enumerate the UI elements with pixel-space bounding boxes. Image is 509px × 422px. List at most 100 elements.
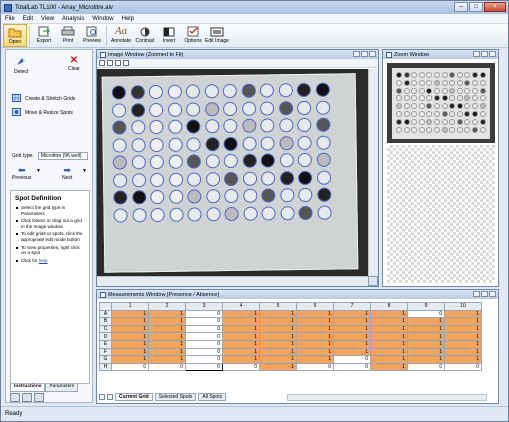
options-button[interactable]: Options bbox=[181, 24, 205, 47]
table-cell[interactable]: 1 bbox=[444, 355, 482, 364]
well[interactable] bbox=[131, 172, 146, 187]
well[interactable] bbox=[297, 170, 313, 185]
well[interactable] bbox=[241, 83, 256, 98]
table-cell[interactable]: 0 bbox=[185, 317, 223, 326]
well[interactable] bbox=[224, 188, 239, 204]
zoom-close-button[interactable] bbox=[489, 51, 496, 57]
well[interactable] bbox=[205, 154, 220, 169]
table-cell[interactable]: 1 bbox=[222, 339, 260, 349]
tab-parameters[interactable]: Parameters bbox=[45, 384, 79, 392]
table-cell[interactable]: 0 bbox=[407, 362, 445, 372]
well[interactable] bbox=[260, 170, 276, 186]
table-cell[interactable]: 1 bbox=[333, 347, 371, 357]
well[interactable] bbox=[149, 172, 165, 187]
table-cell[interactable]: 1 bbox=[148, 347, 186, 357]
invert-button[interactable]: Invert bbox=[157, 24, 181, 47]
well[interactable] bbox=[316, 205, 332, 220]
table-cell[interactable]: 1 bbox=[259, 309, 297, 319]
well[interactable] bbox=[241, 118, 256, 133]
tab-current-grid[interactable]: Current Grid bbox=[115, 393, 153, 401]
menu-analysis[interactable]: Analysis bbox=[62, 16, 84, 22]
well[interactable] bbox=[223, 153, 238, 169]
well[interactable] bbox=[222, 83, 237, 99]
column-header[interactable]: 9 bbox=[407, 302, 445, 311]
table-cell[interactable]: 1 bbox=[111, 339, 149, 349]
grid-type-select[interactable]: Microtitre (96 well) bbox=[37, 152, 88, 160]
vertical-scrollbar[interactable] bbox=[368, 69, 378, 277]
table-cell[interactable]: 0 bbox=[185, 332, 223, 341]
well[interactable] bbox=[113, 207, 128, 223]
image-canvas[interactable] bbox=[97, 69, 369, 277]
table-cell[interactable]: 1 bbox=[259, 317, 297, 326]
well[interactable] bbox=[186, 171, 202, 187]
column-header[interactable]: 1 bbox=[111, 302, 149, 311]
well[interactable] bbox=[223, 171, 239, 186]
table-cell[interactable]: 1 bbox=[148, 339, 186, 349]
well[interactable] bbox=[130, 102, 145, 117]
table-cell[interactable]: 1 bbox=[111, 324, 149, 334]
well[interactable] bbox=[279, 205, 295, 220]
maximize-button[interactable]: □ bbox=[469, 2, 483, 12]
table-cell[interactable]: 0 bbox=[222, 362, 260, 372]
zoom-max-button[interactable] bbox=[481, 51, 488, 57]
table-cell[interactable]: 0 bbox=[185, 355, 223, 364]
column-header[interactable]: 8 bbox=[370, 302, 408, 311]
table-cell[interactable]: 1 bbox=[296, 324, 334, 334]
well[interactable] bbox=[168, 172, 183, 187]
well[interactable] bbox=[113, 190, 128, 205]
well[interactable] bbox=[278, 83, 293, 98]
column-header[interactable]: 6 bbox=[296, 302, 334, 311]
meas-max-button[interactable] bbox=[481, 291, 488, 297]
well[interactable] bbox=[130, 120, 145, 135]
close-button[interactable]: × bbox=[484, 2, 506, 12]
export-button[interactable]: Export bbox=[32, 24, 56, 47]
menu-view[interactable]: View bbox=[41, 16, 54, 22]
zoom-tool-icon[interactable] bbox=[107, 60, 113, 66]
image-min-button[interactable] bbox=[353, 51, 360, 57]
well[interactable] bbox=[278, 118, 293, 133]
well[interactable] bbox=[315, 117, 330, 132]
image-close-button[interactable] bbox=[369, 51, 376, 57]
table-cell[interactable]: 1 bbox=[222, 332, 260, 341]
well[interactable] bbox=[259, 100, 275, 116]
table-cell[interactable]: 1 bbox=[222, 355, 260, 364]
preview-button[interactable]: Preview bbox=[80, 24, 104, 47]
well[interactable] bbox=[186, 119, 201, 134]
table-cell[interactable]: 1 bbox=[296, 309, 334, 319]
well[interactable] bbox=[242, 206, 258, 221]
table-cell[interactable]: 1 bbox=[370, 317, 408, 326]
grid-view-icon[interactable] bbox=[34, 393, 44, 402]
well[interactable] bbox=[111, 85, 126, 100]
well[interactable] bbox=[204, 101, 219, 116]
table-cell[interactable]: 1 bbox=[296, 347, 334, 357]
well[interactable] bbox=[204, 136, 220, 151]
contrast-button[interactable]: Contrast bbox=[133, 24, 157, 47]
well[interactable] bbox=[112, 172, 128, 188]
well[interactable] bbox=[112, 155, 127, 170]
well[interactable] bbox=[316, 187, 331, 202]
table-cell[interactable]: 1 bbox=[111, 355, 149, 364]
next-dropdown-icon[interactable]: ▼ bbox=[82, 168, 87, 174]
table-cell[interactable]: 1 bbox=[444, 339, 482, 349]
table-cell[interactable]: 1 bbox=[444, 309, 482, 319]
row-header[interactable]: F bbox=[99, 347, 112, 357]
annotate-button[interactable]: Aa Annotate bbox=[109, 24, 133, 47]
well[interactable] bbox=[241, 101, 256, 116]
well[interactable] bbox=[297, 135, 312, 150]
well[interactable] bbox=[168, 207, 184, 222]
table-cell[interactable]: 1 bbox=[407, 347, 445, 357]
table-cell[interactable]: 1 bbox=[444, 317, 482, 326]
table-cell[interactable]: 1 bbox=[259, 324, 297, 334]
well[interactable] bbox=[316, 170, 331, 185]
table-cell[interactable]: 1 bbox=[407, 317, 445, 326]
table-view-icon[interactable] bbox=[10, 393, 20, 402]
magnifier-icon[interactable] bbox=[368, 276, 378, 286]
well[interactable] bbox=[187, 189, 202, 204]
well[interactable] bbox=[241, 136, 257, 151]
horizontal-scrollbar[interactable] bbox=[97, 276, 369, 286]
table-cell[interactable]: 1 bbox=[111, 347, 149, 357]
tab-scroll-right[interactable] bbox=[107, 394, 113, 400]
create-grids-button[interactable]: Create & Stretch Grids bbox=[12, 94, 75, 104]
well[interactable] bbox=[297, 117, 312, 133]
well[interactable] bbox=[224, 206, 239, 221]
